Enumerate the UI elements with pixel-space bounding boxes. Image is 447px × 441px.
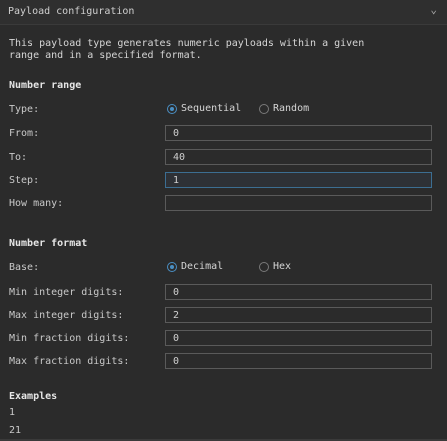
to-input[interactable]: 40 bbox=[165, 149, 432, 165]
max-fraction-digits-input[interactable]: 0 bbox=[165, 353, 432, 369]
radio-hex[interactable] bbox=[259, 262, 269, 272]
radio-sequential[interactable] bbox=[167, 104, 177, 114]
chevron-down-icon[interactable]: ⌄ bbox=[430, 3, 437, 16]
how-many-label: How many: bbox=[9, 198, 64, 209]
from-input[interactable]: 0 bbox=[165, 125, 432, 141]
step-label: Step: bbox=[9, 175, 40, 186]
description-line-1: This payload type generates numeric payl… bbox=[9, 38, 365, 49]
max-integer-digits-input[interactable]: 2 bbox=[165, 307, 432, 323]
from-label: From: bbox=[9, 128, 40, 139]
panel-header[interactable]: Payload configuration ⌄ bbox=[0, 0, 447, 25]
to-label: To: bbox=[9, 152, 28, 163]
how-many-input[interactable] bbox=[165, 195, 432, 211]
sequential-label[interactable]: Sequential bbox=[181, 103, 241, 114]
max-fraction-digits-label: Max fraction digits: bbox=[9, 356, 130, 367]
min-integer-digits-label: Min integer digits: bbox=[9, 287, 124, 298]
random-label[interactable]: Random bbox=[273, 103, 309, 114]
examples-heading: Examples bbox=[9, 391, 58, 402]
description: This payload type generates numeric payl… bbox=[9, 38, 364, 62]
panel-title: Payload configuration bbox=[8, 6, 135, 17]
min-integer-digits-input[interactable]: 0 bbox=[165, 284, 432, 300]
type-label: Type: bbox=[9, 104, 40, 115]
description-line-2: range and in a specified format. bbox=[9, 50, 202, 61]
radio-random[interactable] bbox=[259, 104, 269, 114]
example-item: 1 bbox=[9, 407, 16, 418]
min-fraction-digits-input[interactable]: 0 bbox=[165, 330, 432, 346]
max-integer-digits-label: Max integer digits: bbox=[9, 310, 124, 321]
step-input[interactable]: 1 bbox=[165, 172, 432, 188]
number-format-heading: Number format bbox=[9, 238, 88, 249]
base-label: Base: bbox=[9, 262, 40, 273]
example-item: 21 bbox=[9, 425, 22, 436]
decimal-label[interactable]: Decimal bbox=[181, 261, 223, 272]
hex-label[interactable]: Hex bbox=[273, 261, 291, 272]
number-range-heading: Number range bbox=[9, 80, 82, 91]
min-fraction-digits-label: Min fraction digits: bbox=[9, 333, 130, 344]
radio-decimal[interactable] bbox=[167, 262, 177, 272]
